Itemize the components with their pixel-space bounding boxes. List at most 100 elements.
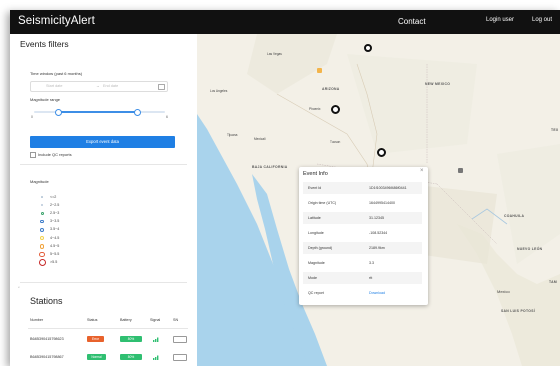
magnitude-range-label: Magnitude range bbox=[30, 97, 61, 102]
map-label-mexico: Mexico bbox=[497, 289, 510, 294]
map-label-mexicali: Mexicali bbox=[254, 137, 266, 141]
magnitude-legend-title: Magnitude bbox=[30, 179, 49, 184]
table-header-divider bbox=[28, 328, 188, 329]
legend-label: <=2 bbox=[50, 194, 57, 199]
event-info-popup: Event Info × Event Id 1D1f1003496f486f044… bbox=[299, 167, 428, 305]
date-range-input[interactable]: Start date → End date bbox=[30, 81, 168, 92]
legend-label: 2.5~3 bbox=[50, 210, 60, 215]
signal-icon bbox=[153, 337, 159, 342]
calendar-icon bbox=[158, 84, 165, 90]
filters-divider bbox=[20, 164, 187, 165]
sidebar: Events filters Time window (past 6 month… bbox=[10, 34, 197, 366]
chevron-down-icon[interactable]: ˇ bbox=[18, 287, 20, 293]
station-number: B64B390415798867 bbox=[30, 355, 64, 359]
nav-contact-link[interactable]: Contact bbox=[398, 17, 426, 26]
brand-logo[interactable]: SeismicityAlert bbox=[18, 15, 95, 27]
legend-label: 2~2.5 bbox=[50, 202, 60, 207]
event-info-key: Origin time (UTC) bbox=[308, 201, 337, 205]
start-date-placeholder: Start date bbox=[46, 83, 63, 88]
top-navbar: SeismicityAlert Contact Login user Log o… bbox=[10, 10, 560, 34]
col-battery: Battery bbox=[120, 318, 132, 322]
map-label-los-angeles: Los Angeles bbox=[210, 89, 228, 93]
map-label-texas: TEX bbox=[551, 128, 559, 132]
event-info-value: -108.52344 bbox=[369, 231, 388, 235]
map-label-arizona: ARIZONA bbox=[322, 87, 340, 91]
legend-label: 3~3.5 bbox=[50, 219, 60, 224]
event-info-row: Depth (ground) 2189.9km bbox=[303, 242, 422, 254]
filters-title: Events filters bbox=[20, 39, 69, 49]
battery-indicator: 80% bbox=[120, 336, 142, 342]
legend-symbol-icon bbox=[41, 196, 43, 198]
legend-label: >5.5 bbox=[50, 260, 58, 265]
range-min-tick: 0 bbox=[31, 115, 33, 119]
col-status: Status bbox=[87, 318, 98, 322]
legend-label: 4.5~5 bbox=[50, 243, 60, 248]
event-marker[interactable] bbox=[377, 148, 386, 157]
map-label-tucson: Tucson bbox=[330, 140, 341, 144]
event-info-value: 31.12345 bbox=[369, 216, 384, 220]
legend-label: 3.5~4 bbox=[50, 227, 60, 232]
event-info-row: QC report Download bbox=[303, 287, 422, 299]
event-info-title: Event Info bbox=[303, 171, 328, 177]
station-marker[interactable] bbox=[317, 68, 322, 73]
map-label-coahuila: COAHUILA bbox=[504, 214, 525, 218]
event-info-row: Longitude -108.52344 bbox=[303, 227, 422, 239]
nav-login-link[interactable]: Login user bbox=[486, 17, 514, 23]
event-info-key: Longitude bbox=[308, 231, 324, 235]
sn-toggle[interactable] bbox=[173, 336, 187, 343]
event-info-value: 3.3 bbox=[369, 261, 374, 265]
event-info-key: QC report bbox=[308, 291, 324, 295]
include-qc-checkbox[interactable] bbox=[30, 152, 36, 158]
legend-symbol-icon bbox=[40, 227, 44, 232]
event-info-value: 1644995414400 bbox=[369, 201, 395, 205]
station-marker[interactable] bbox=[458, 168, 463, 173]
slider-fill bbox=[57, 111, 138, 113]
event-info-row: Magnitude 3.3 bbox=[303, 257, 422, 269]
event-info-value: 1D1f1003496f486f0441 bbox=[369, 186, 407, 190]
legend-symbol-icon bbox=[39, 251, 45, 258]
stations-title: Stations bbox=[30, 296, 63, 306]
legend-label: 5~5.5 bbox=[50, 251, 60, 256]
event-info-row: Origin time (UTC) 1644995414400 bbox=[303, 197, 422, 209]
magnitude-range-slider[interactable] bbox=[34, 108, 165, 116]
map-label-las-vegas: Las Vegas bbox=[267, 52, 282, 56]
event-info-value: rtt bbox=[369, 276, 373, 280]
app-window: SeismicityAlert Contact Login user Log o… bbox=[10, 10, 560, 366]
slider-handle-low[interactable] bbox=[54, 108, 62, 116]
qc-download-link[interactable]: Download bbox=[369, 291, 385, 295]
map-label-tamaulipas: TAM bbox=[549, 280, 557, 284]
event-info-value: 2189.9km bbox=[369, 246, 385, 250]
event-info-row: Latitude 31.12345 bbox=[303, 212, 422, 224]
legend-symbol-icon bbox=[39, 235, 45, 241]
legend-symbol-icon bbox=[39, 243, 45, 249]
col-signal: Signal bbox=[150, 318, 161, 322]
map-label-new-mexico: NEW MEXICO bbox=[425, 82, 451, 86]
map-label-baja-california: BAJA CALIFORNIA bbox=[252, 165, 288, 169]
event-marker[interactable] bbox=[364, 44, 372, 52]
event-marker[interactable] bbox=[331, 105, 340, 114]
map-label-san-luis-potosi: SAN LUIS POTOSÍ bbox=[501, 309, 536, 313]
legend-symbol-icon bbox=[38, 259, 46, 267]
legend-label: 4~4.5 bbox=[50, 235, 60, 240]
end-date-placeholder: End date bbox=[103, 83, 119, 88]
legend-symbol-icon bbox=[41, 204, 43, 207]
legend-divider bbox=[20, 282, 187, 283]
map-view[interactable]: ARIZONA NEW MEXICO Las Vegas Los Angeles… bbox=[197, 34, 560, 366]
close-icon[interactable]: × bbox=[420, 168, 424, 174]
event-info-row: Event Id 1D1f1003496f486f0441 bbox=[303, 182, 422, 194]
legend-symbol-icon bbox=[40, 219, 44, 224]
status-badge: Normal bbox=[87, 354, 106, 360]
sn-toggle[interactable] bbox=[173, 354, 187, 361]
include-qc-label: Include QC reports bbox=[38, 152, 72, 157]
event-info-key: Latitude bbox=[308, 216, 321, 220]
map-label-tijuana: Tijuana bbox=[227, 133, 238, 137]
nav-logout-link[interactable]: Log out bbox=[532, 17, 552, 23]
export-event-data-button[interactable]: Export event data bbox=[30, 136, 175, 148]
station-number: B64B390415798623 bbox=[30, 337, 64, 341]
event-info-key: Event Id bbox=[308, 186, 322, 190]
slider-handle-high[interactable] bbox=[134, 108, 142, 116]
col-number: Number bbox=[30, 318, 44, 322]
event-info-key: Mode bbox=[308, 276, 317, 280]
date-separator: → bbox=[96, 83, 100, 88]
event-info-key: Depth (ground) bbox=[308, 246, 333, 250]
